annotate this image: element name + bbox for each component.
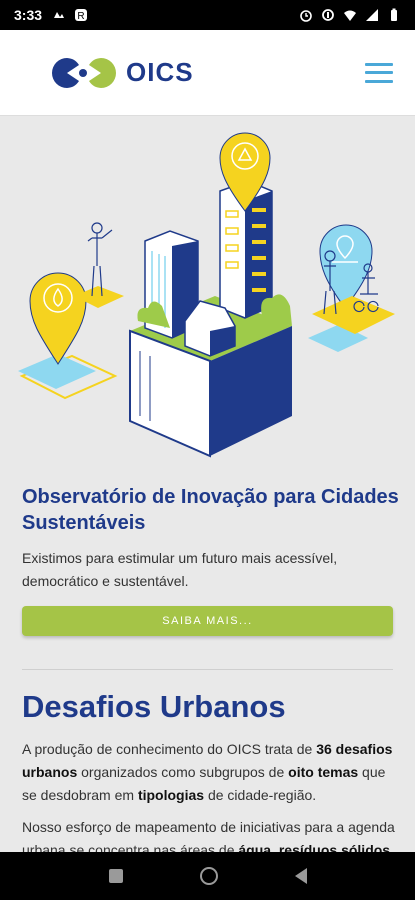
section-paragraph-1: A produção de conhecimento do OICS trata… bbox=[22, 741, 393, 803]
person-figure-left bbox=[87, 222, 113, 297]
section-title: Desafios Urbanos bbox=[22, 689, 286, 724]
back-icon[interactable] bbox=[294, 868, 307, 884]
battery-icon bbox=[391, 8, 397, 21]
notification-icon bbox=[54, 12, 65, 18]
logo-text: OICS bbox=[126, 57, 194, 87]
city-block bbox=[129, 180, 292, 458]
app-notification-icon: R bbox=[75, 9, 88, 22]
status-bar: 3:33 R bbox=[0, 0, 415, 30]
hero-illustration bbox=[18, 132, 395, 458]
status-time: 3:33 bbox=[14, 7, 43, 23]
logo-mark-icon bbox=[52, 57, 116, 88]
svg-text:R: R bbox=[77, 11, 84, 22]
recents-icon[interactable] bbox=[108, 869, 123, 883]
oics-logo[interactable]: OICS bbox=[50, 56, 194, 90]
section-paragraph-2: Nosso esforço de mapeamento de iniciativ… bbox=[22, 819, 395, 852]
data-saver-icon bbox=[322, 9, 334, 21]
hero-description: Existimos para estimular um futuro mais … bbox=[22, 550, 338, 589]
wifi-icon bbox=[344, 10, 356, 21]
signal-icon bbox=[366, 9, 378, 21]
home-icon[interactable] bbox=[199, 867, 218, 885]
location-pin-icon bbox=[308, 224, 373, 352]
alarm-icon bbox=[300, 10, 312, 22]
hamburger-menu-icon[interactable] bbox=[365, 62, 393, 83]
section-divider bbox=[22, 669, 393, 670]
hero-title: Observatório de Inovação para Cidades Su… bbox=[22, 486, 399, 534]
main-content: Observatório de Inovação para Cidades Su… bbox=[0, 116, 415, 852]
system-nav-bar bbox=[0, 852, 415, 900]
site-header: OICS bbox=[0, 30, 415, 116]
saiba-mais-button[interactable]: SAIBA MAIS... bbox=[22, 606, 393, 636]
